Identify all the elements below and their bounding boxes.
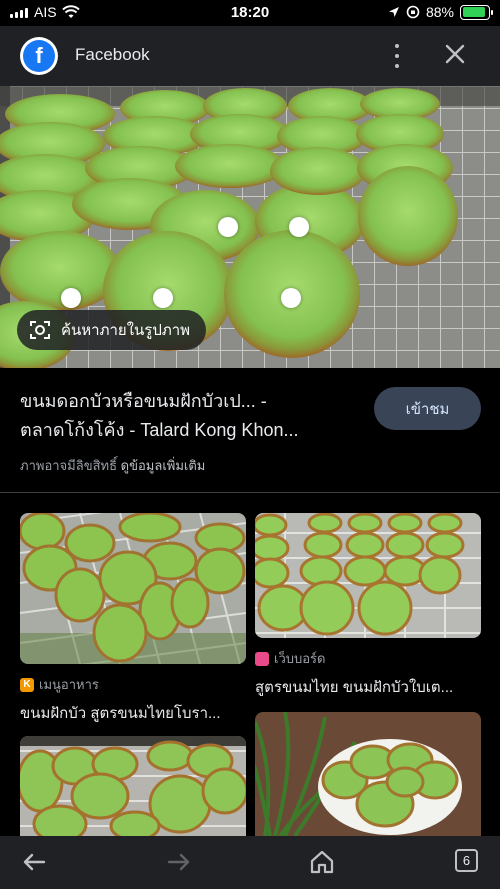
divider bbox=[0, 492, 500, 493]
lens-icon bbox=[30, 321, 50, 339]
result-title-line: ตลาดโก้งโค้ง - Talard Kong Khon... bbox=[20, 420, 299, 440]
object-marker[interactable] bbox=[153, 288, 173, 308]
battery-icon bbox=[460, 4, 493, 20]
result-title-line: ขนมดอกบัวหรือขนมฝักบัวเป... - bbox=[20, 391, 267, 411]
object-marker[interactable] bbox=[218, 217, 238, 237]
source-favicon bbox=[255, 651, 269, 666]
related-source: เว็บบอร์ด bbox=[255, 648, 481, 669]
facebook-logo: f bbox=[20, 37, 58, 75]
related-result-card[interactable]: เว็บบอร์ด สูตรขนมไทย ขนมฝักบัวใบเต... bbox=[255, 513, 481, 699]
copyright-text: ภาพอาจมีลิขสิทธิ์ bbox=[20, 458, 118, 473]
battery-percent: 88% bbox=[425, 4, 454, 20]
visit-button[interactable]: เข้าชม bbox=[374, 387, 481, 430]
more-info-link[interactable]: ดูข้อมูลเพิ่มเติม bbox=[121, 458, 206, 473]
related-title[interactable]: ขนมฝักบัว สูตรขนมไทยโบรา... bbox=[20, 701, 246, 725]
back-arrow-icon[interactable] bbox=[20, 848, 48, 876]
related-thumbnail[interactable] bbox=[255, 513, 481, 638]
related-result-card[interactable] bbox=[255, 712, 481, 836]
related-result-card[interactable] bbox=[20, 736, 246, 836]
source-favicon: K bbox=[20, 677, 34, 692]
location-arrow-icon bbox=[388, 7, 399, 17]
source-name: เมนูอาหาร bbox=[39, 677, 99, 692]
tab-count: 6 bbox=[462, 853, 471, 868]
source-title: Facebook bbox=[75, 45, 150, 64]
source-header: f Facebook bbox=[0, 26, 500, 86]
search-inside-image-button[interactable]: ค้นหาภายในรูปภาพ bbox=[17, 310, 207, 350]
main-image[interactable]: ค้นหาภายในรูปภาพ bbox=[0, 86, 500, 368]
object-marker[interactable] bbox=[61, 288, 81, 308]
rotation-lock-icon bbox=[406, 5, 420, 19]
search-inside-image-label: ค้นหาภายในรูปภาพ bbox=[61, 322, 191, 339]
close-icon[interactable] bbox=[443, 42, 467, 66]
related-thumbnail[interactable] bbox=[20, 736, 246, 836]
copyright-note: ภาพอาจมีลิขสิทธิ์ ดูข้อมูลเพิ่มเติม bbox=[20, 455, 205, 476]
bottom-toolbar: 6 bbox=[0, 836, 500, 889]
tabs-icon[interactable]: 6 bbox=[455, 849, 478, 872]
status-bar: AIS 18:20 88% bbox=[0, 0, 500, 26]
source-name: เว็บบอร์ด bbox=[274, 651, 326, 666]
related-thumbnail[interactable] bbox=[255, 712, 481, 836]
related-thumbnail[interactable] bbox=[20, 513, 246, 664]
result-title-link[interactable]: ขนมดอกบัวหรือขนมฝักบัวเป... - ตลาดโก้งโค… bbox=[20, 387, 365, 445]
object-marker[interactable] bbox=[289, 217, 309, 237]
object-marker[interactable] bbox=[281, 288, 301, 308]
forward-arrow-icon[interactable] bbox=[165, 848, 193, 876]
home-icon[interactable] bbox=[308, 848, 336, 876]
related-title[interactable]: สูตรขนมไทย ขนมฝักบัวใบเต... bbox=[255, 675, 481, 699]
more-vert-icon[interactable] bbox=[392, 44, 402, 68]
related-result-card[interactable]: K เมนูอาหาร ขนมฝักบัว สูตรขนมไทยโบรา... bbox=[20, 513, 246, 725]
related-source: K เมนูอาหาร bbox=[20, 674, 246, 695]
